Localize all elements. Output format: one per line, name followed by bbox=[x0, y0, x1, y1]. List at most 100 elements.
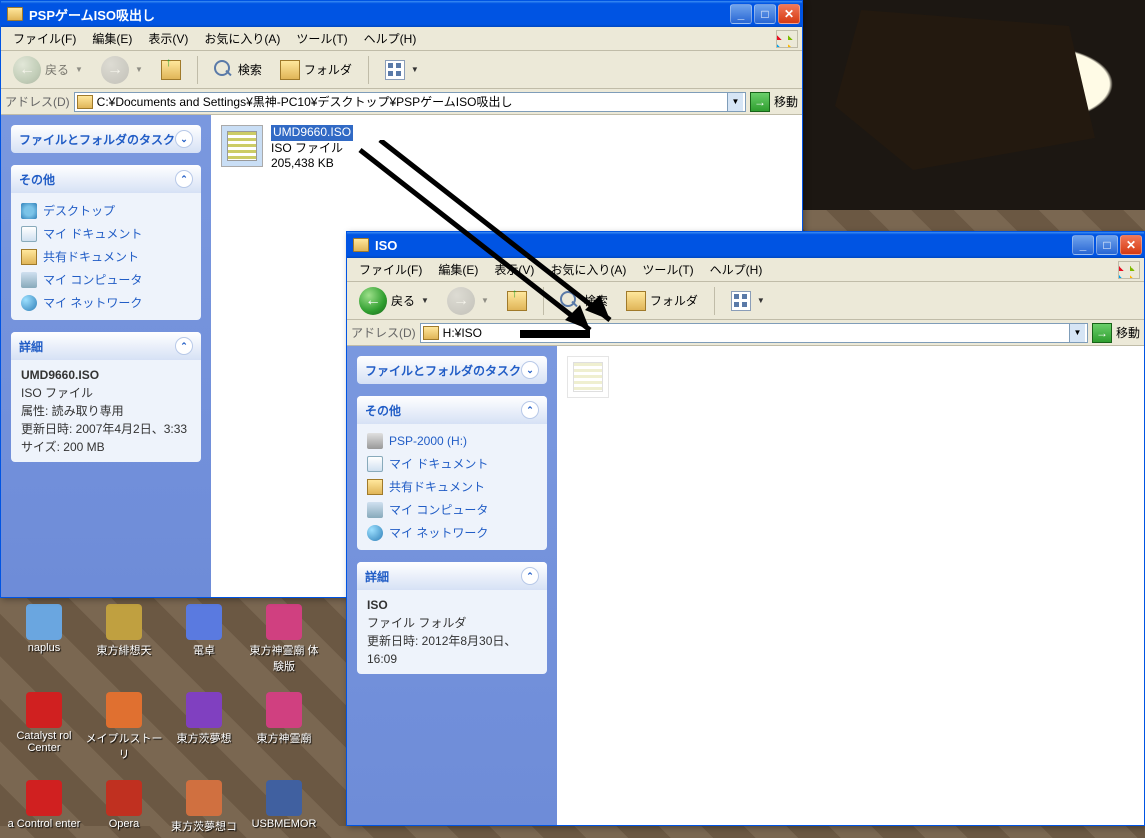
menu-edit[interactable]: 編集(E) bbox=[430, 259, 486, 280]
panel-header[interactable]: その他 ⌃ bbox=[357, 396, 547, 424]
panel-header[interactable]: 詳細 ⌃ bbox=[357, 562, 547, 590]
maximize-button[interactable]: □ bbox=[1096, 235, 1118, 255]
address-label: アドレス(D) bbox=[351, 324, 416, 341]
desktop-icon[interactable]: メイプルストーリ bbox=[84, 692, 164, 762]
file-icon bbox=[221, 125, 263, 167]
search-icon bbox=[560, 291, 580, 311]
address-input[interactable]: C:¥Documents and Settings¥黒神-PC10¥デスクトップ… bbox=[74, 92, 746, 112]
search-icon bbox=[214, 60, 234, 80]
desktop-icon[interactable]: naplus bbox=[4, 604, 84, 674]
forward-icon: → bbox=[101, 56, 129, 84]
views-button[interactable]: ▼ bbox=[379, 57, 425, 83]
desktop-icon[interactable]: 東方神霊廟 体験版 bbox=[244, 604, 324, 674]
minimize-button[interactable]: _ bbox=[730, 4, 752, 24]
link-my-computer[interactable]: マイ コンピュータ bbox=[21, 268, 191, 291]
link-shared-documents[interactable]: 共有ドキュメント bbox=[21, 245, 191, 268]
document-icon bbox=[21, 226, 37, 242]
address-bar: アドレス(D) H:¥ISO ▼ → 移動 bbox=[347, 320, 1144, 346]
panel-title: ファイルとフォルダのタスク bbox=[19, 131, 175, 148]
menu-edit[interactable]: 編集(E) bbox=[84, 28, 140, 49]
back-button[interactable]: ← 戻る ▼ bbox=[7, 53, 89, 87]
folders-button[interactable]: フォルダ bbox=[620, 288, 704, 314]
panel-header[interactable]: その他 ⌃ bbox=[11, 165, 201, 193]
computer-icon bbox=[21, 272, 37, 288]
panel-header[interactable]: ファイルとフォルダのタスク ⌄ bbox=[11, 125, 201, 153]
file-item[interactable]: UMD9660.ISO ISO ファイル 205,438 KB bbox=[221, 125, 431, 172]
desktop-icon[interactable]: 東方茨夢想 bbox=[164, 692, 244, 762]
link-my-documents[interactable]: マイ ドキュメント bbox=[21, 222, 191, 245]
close-button[interactable]: ✕ bbox=[1120, 235, 1142, 255]
desktop-icon[interactable]: Catalyst rol Center bbox=[4, 692, 84, 762]
titlebar[interactable]: PSPゲームISO吸出し _ □ ✕ bbox=[1, 1, 802, 27]
folders-button[interactable]: フォルダ bbox=[274, 57, 358, 83]
panel-header[interactable]: 詳細 ⌃ bbox=[11, 332, 201, 360]
forward-button[interactable]: → ▼ bbox=[95, 53, 149, 87]
link-shared-documents[interactable]: 共有ドキュメント bbox=[367, 475, 537, 498]
menu-tools[interactable]: ツール(T) bbox=[288, 28, 355, 49]
minimize-button[interactable]: _ bbox=[1072, 235, 1094, 255]
menu-favorites[interactable]: お気に入り(A) bbox=[542, 259, 634, 280]
folders-icon bbox=[626, 291, 646, 311]
titlebar[interactable]: ISO _ □ ✕ bbox=[347, 232, 1144, 258]
menu-file[interactable]: ファイル(F) bbox=[5, 28, 84, 49]
panel-title: 詳細 bbox=[19, 338, 43, 355]
menu-help[interactable]: ヘルプ(H) bbox=[702, 259, 771, 280]
details-name: ISO bbox=[367, 596, 537, 614]
details-type: ファイル フォルダ bbox=[367, 614, 537, 632]
details-attr: 属性: 読み取り専用 bbox=[21, 402, 191, 420]
tasks-pane: ファイルとフォルダのタスク ⌄ その他 ⌃ デスクトップ マイ ドキュメント 共… bbox=[1, 115, 211, 597]
network-icon bbox=[21, 295, 37, 311]
close-button[interactable]: ✕ bbox=[778, 4, 800, 24]
link-my-documents[interactable]: マイ ドキュメント bbox=[367, 452, 537, 475]
menu-view[interactable]: 表示(V) bbox=[486, 259, 542, 280]
other-places-panel: その他 ⌃ PSP-2000 (H:) マイ ドキュメント 共有ドキュメント マ… bbox=[357, 396, 547, 550]
address-dropdown[interactable]: ▼ bbox=[1069, 324, 1085, 342]
forward-button[interactable]: → ▼ bbox=[441, 284, 495, 318]
link-my-network[interactable]: マイ ネットワーク bbox=[367, 521, 537, 544]
desktop-icon[interactable]: 東方神霊廟 bbox=[244, 692, 324, 762]
window-title: ISO bbox=[375, 238, 1072, 253]
go-button[interactable]: → bbox=[750, 92, 770, 112]
chevron-down-icon: ▼ bbox=[411, 65, 419, 74]
document-icon bbox=[367, 456, 383, 472]
windows-flag-icon bbox=[1118, 261, 1140, 279]
folder-icon bbox=[353, 238, 369, 252]
separator bbox=[543, 287, 544, 315]
chevron-up-icon: ⌃ bbox=[175, 337, 193, 355]
details-modified: 更新日時: 2012年8月30日、16:09 bbox=[367, 632, 537, 668]
chevron-down-icon: ▼ bbox=[421, 296, 429, 305]
link-my-network[interactable]: マイ ネットワーク bbox=[21, 291, 191, 314]
chevron-down-icon: ▼ bbox=[75, 65, 83, 74]
panel-title: その他 bbox=[19, 171, 55, 188]
search-button[interactable]: 検索 bbox=[208, 57, 268, 83]
file-list[interactable] bbox=[557, 346, 1144, 825]
menu-file[interactable]: ファイル(F) bbox=[351, 259, 430, 280]
address-dropdown[interactable]: ▼ bbox=[727, 93, 743, 111]
menu-view[interactable]: 表示(V) bbox=[140, 28, 196, 49]
chevron-up-icon: ⌃ bbox=[521, 401, 539, 419]
up-button[interactable] bbox=[155, 57, 187, 83]
folders-icon bbox=[280, 60, 300, 80]
back-button[interactable]: ← 戻る ▼ bbox=[353, 284, 435, 318]
address-input[interactable]: H:¥ISO ▼ bbox=[420, 323, 1088, 343]
up-button[interactable] bbox=[501, 288, 533, 314]
link-drive[interactable]: PSP-2000 (H:) bbox=[367, 430, 537, 452]
link-desktop[interactable]: デスクトップ bbox=[21, 199, 191, 222]
menu-favorites[interactable]: お気に入り(A) bbox=[196, 28, 288, 49]
desktop-icon[interactable]: 東方緋想天 bbox=[84, 604, 164, 674]
menu-tools[interactable]: ツール(T) bbox=[634, 259, 701, 280]
chevron-up-icon: ⌃ bbox=[521, 567, 539, 585]
search-button[interactable]: 検索 bbox=[554, 288, 614, 314]
chevron-down-icon: ▼ bbox=[757, 296, 765, 305]
link-my-computer[interactable]: マイ コンピュータ bbox=[367, 498, 537, 521]
panel-title: その他 bbox=[365, 402, 401, 419]
go-button[interactable]: → bbox=[1092, 323, 1112, 343]
views-button[interactable]: ▼ bbox=[725, 288, 771, 314]
separator bbox=[368, 56, 369, 84]
other-places-panel: その他 ⌃ デスクトップ マイ ドキュメント 共有ドキュメント マイ コンピュー… bbox=[11, 165, 201, 320]
file-type: ISO ファイル bbox=[271, 141, 353, 157]
maximize-button[interactable]: □ bbox=[754, 4, 776, 24]
menu-help[interactable]: ヘルプ(H) bbox=[356, 28, 425, 49]
desktop-icon[interactable]: 電卓 bbox=[164, 604, 244, 674]
panel-header[interactable]: ファイルとフォルダのタスク ⌄ bbox=[357, 356, 547, 384]
